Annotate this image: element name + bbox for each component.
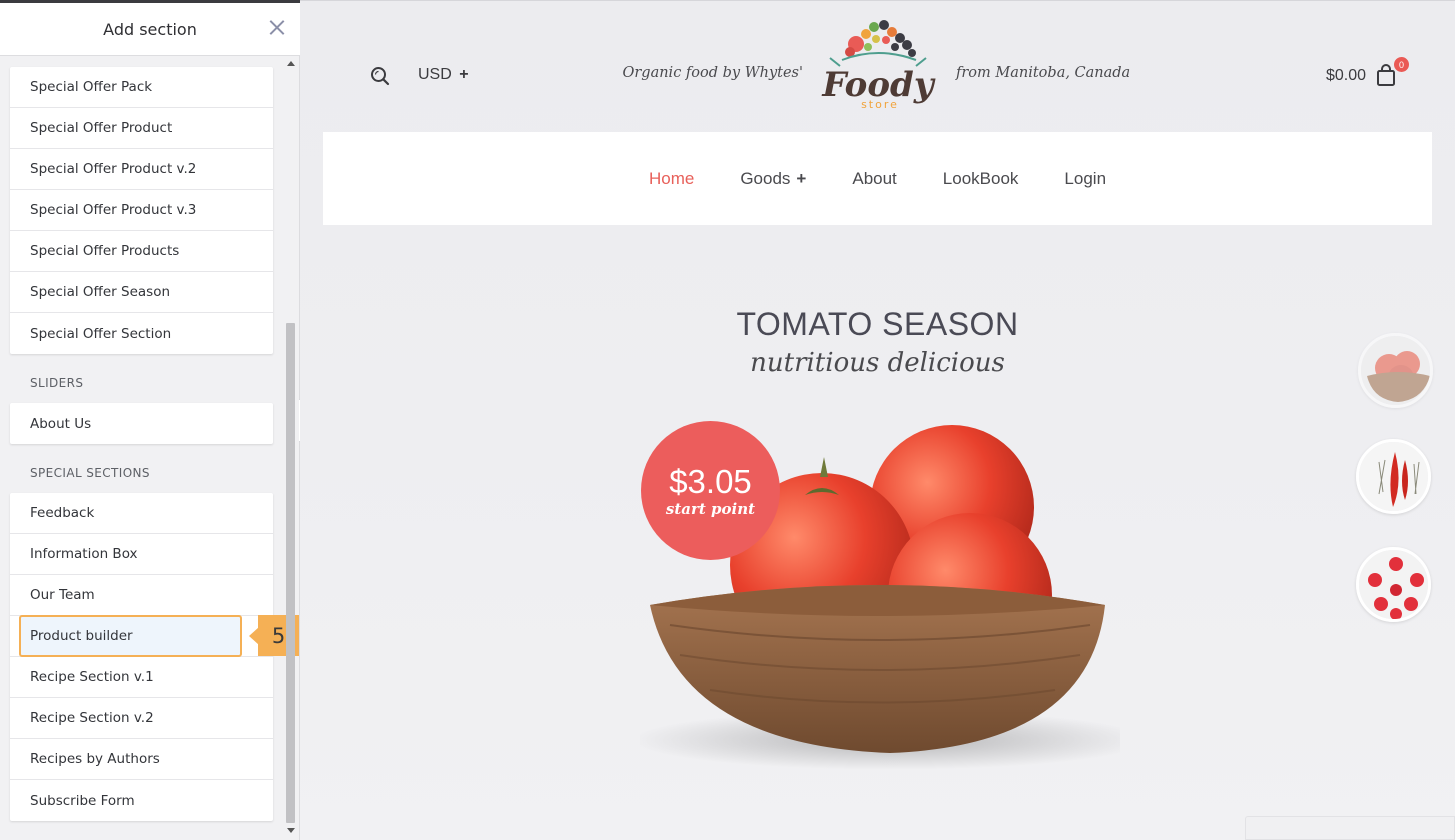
nav-home[interactable]: Home [649,169,694,189]
scrollbar-thumb[interactable] [286,323,295,823]
hero-subtitle: nutritious delicious [750,348,1005,378]
section-item-special-offer-product[interactable]: Special Offer Product [10,108,273,149]
price-note: start point [665,499,756,518]
add-section-panel: Add section Special Offer Pack Special O… [0,0,300,840]
slide-thumbnail-apples[interactable] [1356,547,1431,622]
section-item-feedback[interactable]: Feedback [10,493,273,534]
price-badge: $3.05 start point [641,421,780,560]
nav-lookbook[interactable]: LookBook [943,169,1019,189]
slide-thumbnail-tomatoes[interactable] [1358,333,1433,408]
tagline-right: from Manitoba, Canada [956,65,1131,81]
section-item-special-offer-season[interactable]: Special Offer Season [10,272,273,313]
section-item-special-offer-products[interactable]: Special Offer Products [10,231,273,272]
special-sections-list: Feedback Information Box Our Team Recipe… [10,493,273,821]
section-item-special-offer-product-v2[interactable]: Special Offer Product v.2 [10,149,273,190]
nav-goods[interactable]: Goods + [740,169,806,189]
section-item-our-team[interactable]: Our Team [10,575,273,616]
slide-thumbnail-peppers[interactable] [1356,439,1431,514]
plus-icon: + [796,168,807,188]
currency-plus-icon: + [459,66,469,83]
nav-about[interactable]: About [852,169,896,189]
section-item-special-offer-product-v3[interactable]: Special Offer Product v.3 [10,190,273,231]
section-item-information-box[interactable]: Information Box [10,534,273,575]
sliders-list: About Us [10,403,273,444]
section-item-special-offer-section[interactable]: Special Offer Section [10,313,273,354]
foody-store-logo[interactable]: Foody store [812,14,944,114]
currency-selector[interactable]: USD + [418,66,469,84]
currency-label: USD [418,66,452,83]
section-item-recipes-by-authors[interactable]: Recipes by Authors [10,739,273,780]
category-label-special-sections: SPECIAL SECTIONS [30,466,150,480]
section-item-special-offer-pack[interactable]: Special Offer Pack [10,67,273,108]
panel-header: Add section [0,3,300,56]
category-label-sliders: SLIDERS [30,376,84,390]
main-navigation: Home Goods + About LookBook Login [323,132,1432,225]
tagline-left: Organic food by Whytes' [622,65,803,81]
corner-widget [1245,816,1455,840]
panel-title: Add section [103,19,197,39]
special-offer-list: Special Offer Pack Special Offer Product… [10,67,273,354]
scroll-down-arrow-icon[interactable] [287,828,295,833]
hero-title: TOMATO SEASON [736,306,1019,342]
cart-count-badge: 0 [1394,57,1409,72]
cart-total[interactable]: $0.00 [1326,67,1366,85]
nav-login[interactable]: Login [1064,169,1106,189]
close-icon[interactable] [266,17,288,39]
section-item-product-builder[interactable]: Product builder [19,615,242,657]
price-value: $3.05 [669,462,752,500]
panel-scrollbar[interactable] [285,58,296,840]
nav-goods-label: Goods [740,168,791,188]
section-item-recipe-section-v1[interactable]: Recipe Section v.1 [10,657,273,698]
logo-subword: store [861,98,899,111]
shopping-bag-icon[interactable] [1376,64,1396,86]
scroll-up-arrow-icon[interactable] [287,61,295,66]
section-item-recipe-section-v2[interactable]: Recipe Section v.2 [10,698,273,739]
section-item-about-us[interactable]: About Us [10,403,273,444]
search-icon[interactable] [370,66,390,86]
section-item-subscribe-form[interactable]: Subscribe Form [10,780,273,821]
